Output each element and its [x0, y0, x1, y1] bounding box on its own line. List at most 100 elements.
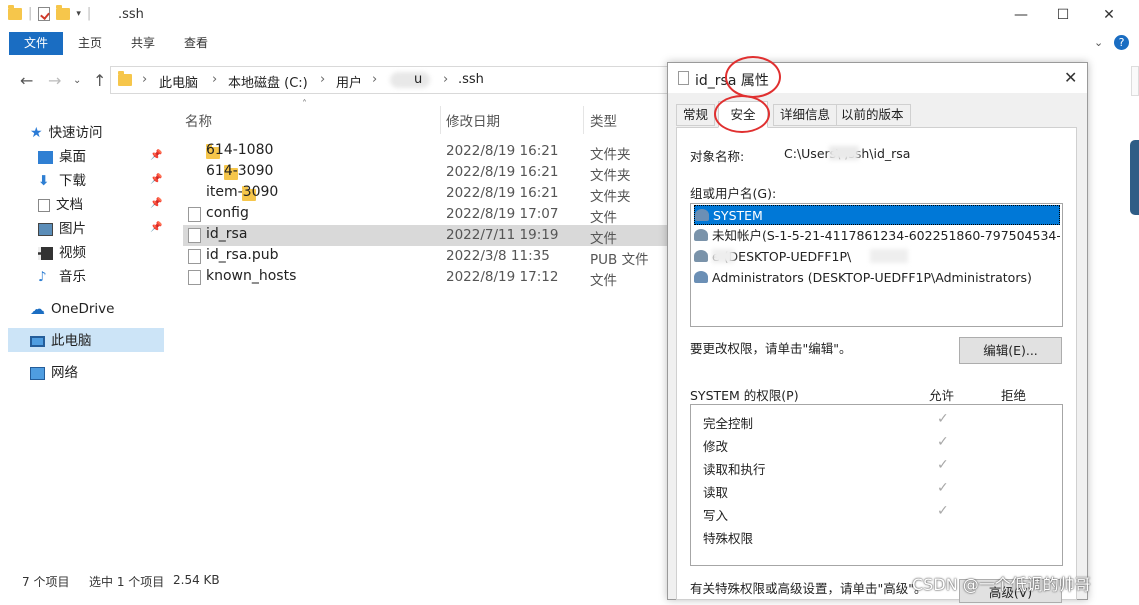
nav-item-music[interactable]: ♪ 音乐	[38, 266, 86, 288]
permission-row: 特殊权限	[703, 531, 754, 546]
user-row-selected[interactable]: SYSTEM	[694, 205, 1060, 225]
status-selected: 选中 1 个项目	[89, 575, 165, 589]
nav-item-downloads[interactable]: ⬇ 下载	[38, 170, 86, 192]
column-name[interactable]: 名称	[185, 110, 212, 130]
annotation-circle	[725, 56, 781, 98]
object-name-label: 对象名称:	[690, 149, 745, 164]
tab-home[interactable]: 主页	[78, 31, 102, 56]
tab-file[interactable]: 文件	[9, 32, 63, 55]
file-name: 614-3090	[206, 163, 274, 179]
forward-icon[interactable]: →	[48, 71, 61, 90]
file-icon	[188, 207, 201, 222]
column-type[interactable]: 类型	[590, 110, 617, 130]
maximize-button[interactable]: ☐	[1040, 0, 1086, 31]
pictures-icon	[38, 222, 53, 236]
nav-item-desktop[interactable]: 桌面	[38, 146, 86, 168]
folder-icon[interactable]	[8, 4, 22, 20]
file-date: 2022/7/11 19:19	[446, 227, 559, 243]
explorer-title-bar	[0, 0, 1139, 31]
breadcrumb-users[interactable]: 用户	[336, 72, 362, 91]
column-date[interactable]: 修改日期	[446, 110, 500, 130]
user-icon	[694, 229, 708, 241]
quick-access-toolbar: | ▾ |	[8, 4, 91, 21]
file-date: 2022/3/8 11:35	[446, 248, 550, 264]
customize-chevron-icon[interactable]: ▾	[76, 9, 81, 19]
redacted-username	[390, 72, 430, 88]
user-row[interactable]: Administrators (DESKTOP-UEDFF1P\Administ…	[694, 268, 1060, 288]
back-icon[interactable]: ←	[20, 71, 33, 90]
file-type: 文件	[590, 273, 617, 289]
search-box[interactable]	[1131, 66, 1139, 96]
deny-column: 拒绝	[1001, 388, 1027, 403]
breadcrumb-user[interactable]: u	[414, 72, 422, 87]
nav-onedrive[interactable]: ☁ OneDrive	[30, 298, 114, 320]
edit-button[interactable]: 编辑(E)...	[959, 337, 1062, 364]
ribbon	[0, 31, 1139, 57]
minimize-button[interactable]: —	[998, 0, 1044, 31]
check-icon: ✓	[937, 480, 949, 496]
tab-previous-versions[interactable]: 以前的版本	[834, 104, 911, 126]
file-type: 文件夹	[590, 189, 631, 205]
file-date: 2022/8/19 17:07	[446, 206, 559, 222]
side-decoration	[1130, 140, 1139, 215]
properties-icon[interactable]	[38, 6, 51, 21]
videos-icon	[38, 246, 53, 260]
check-icon: ✓	[937, 411, 949, 427]
recent-chevron-icon[interactable]: ⌄	[73, 75, 81, 86]
pin-icon[interactable]: 📌	[150, 198, 162, 209]
up-icon[interactable]: ↑	[93, 71, 106, 90]
computer-icon	[30, 335, 45, 347]
file-type: 文件夹	[590, 147, 631, 163]
network-icon	[30, 366, 45, 380]
file-date: 2022/8/19 17:12	[446, 269, 559, 285]
nav-item-pictures[interactable]: 图片	[38, 218, 86, 240]
pin-icon[interactable]: 📌	[150, 222, 162, 233]
breadcrumb-this-pc[interactable]: 此电脑	[159, 72, 198, 91]
file-date: 2022/8/19 16:21	[446, 185, 559, 201]
users-group-icon	[695, 209, 709, 221]
user-row[interactable]: 未知帐户(S-1-5-21-4117861234-602251860-79750…	[694, 226, 1060, 246]
tab-view[interactable]: 查看	[184, 31, 208, 56]
close-button[interactable]: ✕	[1086, 0, 1132, 31]
annotation-circle	[714, 95, 770, 133]
permission-row: 写入	[703, 508, 729, 523]
breadcrumb-ssh[interactable]: .ssh	[458, 72, 484, 87]
download-icon: ⬇	[38, 173, 50, 189]
pin-icon[interactable]: 📌	[150, 174, 162, 185]
file-type: 文件	[590, 231, 617, 247]
documents-icon	[38, 198, 50, 212]
redacted-username	[829, 146, 859, 160]
file-date: 2022/8/19 16:21	[446, 143, 559, 159]
status-item-count: 7 个项目	[22, 575, 70, 589]
file-icon	[188, 249, 201, 264]
watermark: CSDN @一个低调的帅哥	[912, 575, 1091, 594]
chevron-down-icon[interactable]: ⌄	[1094, 36, 1103, 49]
file-type: 文件	[590, 210, 617, 226]
file-name: id_rsa.pub	[206, 247, 279, 263]
cloud-icon: ☁	[30, 300, 45, 318]
file-date: 2022/8/19 16:21	[446, 164, 559, 180]
check-icon: ✓	[937, 457, 949, 473]
pin-icon[interactable]: 📌	[150, 150, 162, 161]
users-group-icon	[694, 271, 708, 283]
tab-details[interactable]: 详细信息	[773, 104, 838, 126]
nav-item-videos[interactable]: 视频	[38, 242, 86, 264]
nav-item-documents[interactable]: 文档	[38, 194, 83, 216]
user-icon	[694, 250, 708, 262]
permission-row: 修改	[703, 439, 729, 454]
permissions-header: SYSTEM 的权限(P)	[690, 388, 799, 403]
breadcrumb-c-drive[interactable]: 本地磁盘 (C:)	[228, 72, 308, 91]
file-name: config	[206, 205, 249, 221]
nav-this-pc[interactable]: 此电脑	[30, 330, 92, 352]
new-folder-icon[interactable]	[56, 4, 71, 20]
change-permissions-hint: 要更改权限，请单击"编辑"。	[690, 341, 852, 356]
tab-general[interactable]: 常规	[676, 104, 716, 126]
file-name: item-3090	[206, 184, 279, 200]
nav-quick-access[interactable]: ★ 快速访问	[30, 122, 103, 144]
tab-share[interactable]: 共享	[131, 31, 155, 56]
status-size: 2.54 KB	[173, 573, 220, 587]
file-name: known_hosts	[206, 268, 297, 284]
help-icon[interactable]: ?	[1114, 35, 1129, 50]
nav-network[interactable]: 网络	[30, 362, 78, 384]
dialog-close-icon[interactable]: ✕	[1064, 68, 1077, 87]
